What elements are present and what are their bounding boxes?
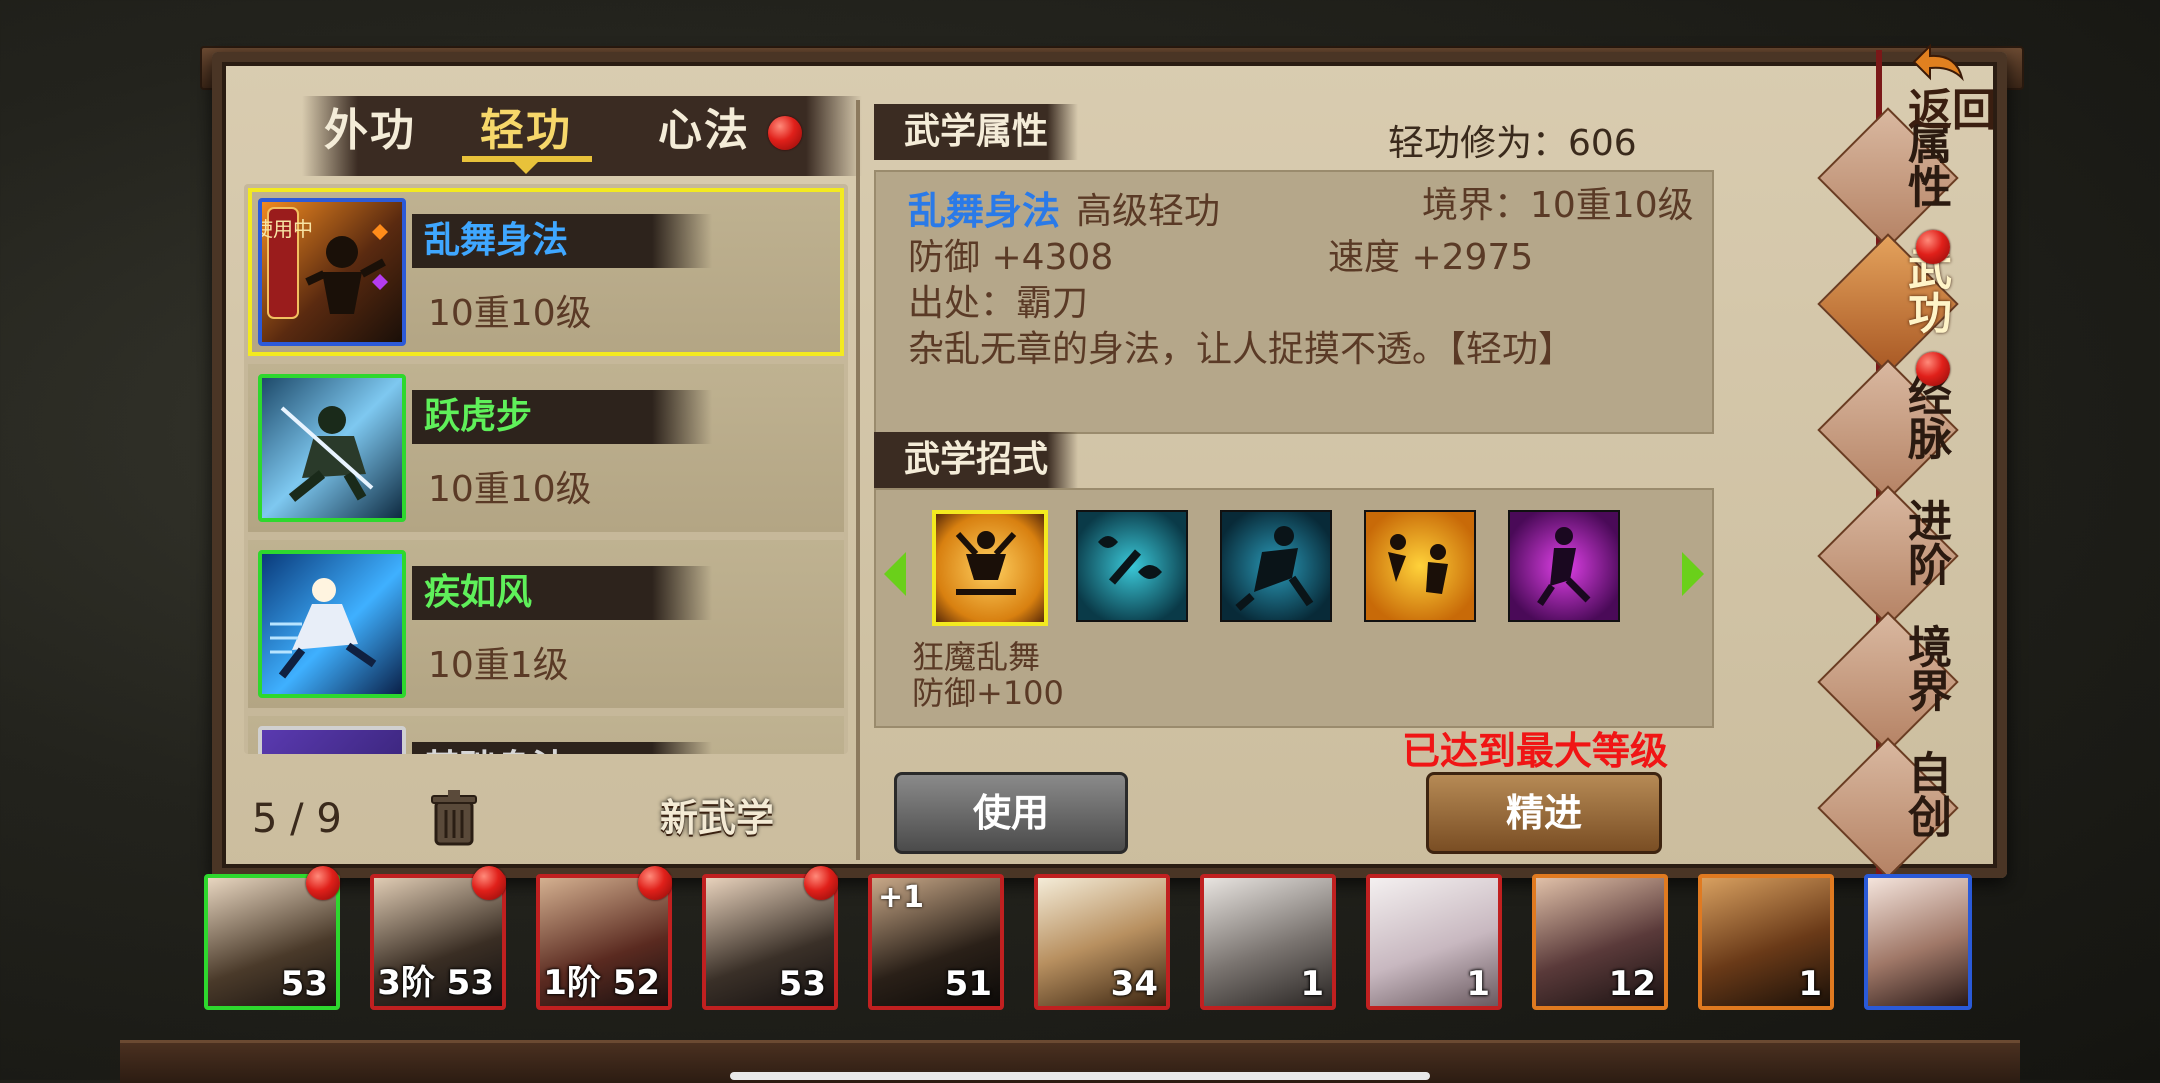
hero-level: 1 (1798, 964, 1822, 1004)
butterfly-move-icon[interactable] (1076, 510, 1188, 622)
defense-stat: 防御 +4308 (908, 237, 1114, 278)
skill-row-luanwu[interactable]: 使用中 乱舞身法 10重10级 (248, 188, 844, 356)
dash-move-icon[interactable] (1220, 510, 1332, 622)
hero-portrait[interactable]: +1 51 (868, 874, 1004, 1010)
hero-level: 1 (1466, 964, 1490, 1004)
hero-roster: 53 3阶 53 1阶 52 53 +1 51 34 1 1 12 1 (200, 866, 1980, 1016)
skill-name: 乱舞身法 (424, 220, 569, 261)
skill-realm: 境界：10重10级 (1422, 185, 1694, 226)
skill-yuehu-icon (258, 374, 406, 522)
selected-move-effect: 防御+100 (912, 674, 1064, 712)
skill-nameplate: 疾如风 (412, 566, 712, 620)
hero-portrait[interactable] (1864, 874, 1972, 1010)
home-indicator[interactable] (730, 1072, 1430, 1080)
skill-jichu-icon (258, 726, 406, 754)
cultivation-value: 轻功修为：606 (1388, 123, 1637, 164)
hero-portrait[interactable]: 34 (1034, 874, 1170, 1010)
skill-luanwu-icon: 使用中 (253, 198, 406, 346)
skill-row-jirufeng[interactable]: 疾如风 10重1级 (248, 540, 844, 708)
skill-nameplate: 基础身法 (412, 742, 712, 754)
hero-notification-dot (306, 866, 340, 900)
side-menu-realm[interactable]: 境界 (1824, 624, 1951, 712)
hero-portrait[interactable]: 1 (1698, 874, 1834, 1010)
skill-level: 10重1级 (428, 645, 569, 686)
hero-portrait[interactable]: 12 (1532, 874, 1668, 1010)
side-menu: 属性 武功 经脉 进阶 境界 自创 (1817, 40, 1974, 880)
hero-level: 3阶 53 (377, 963, 494, 1003)
hero-level: 12 (1608, 964, 1656, 1004)
side-menu-create[interactable]: 自创 (1824, 750, 1951, 838)
active-tab-arrow-icon (512, 160, 540, 174)
panel-divider (856, 100, 860, 860)
hero-level: 1阶 52 (543, 963, 660, 1003)
hero-notification-dot (804, 866, 838, 900)
tab-notification-dot (768, 116, 802, 150)
skill-nameplate: 乱舞身法 (412, 214, 712, 268)
meridians-notification-dot (1916, 352, 1950, 386)
skill-name: 基础身法 (424, 746, 568, 754)
hero-notification-dot (638, 866, 672, 900)
hero-level: 53 (280, 964, 328, 1004)
attributes-section-title: 武学属性 (874, 104, 1079, 160)
skill-nameplate: 跃虎步 (412, 390, 712, 444)
meditation-move-icon[interactable] (932, 510, 1048, 626)
moves-section-title: 武学招式 (874, 432, 1079, 488)
hero-portrait[interactable]: 1 (1200, 874, 1336, 1010)
dance-move-icon[interactable] (1508, 510, 1620, 622)
hero-level: 53 (778, 964, 826, 1004)
tab-inner[interactable]: 心法 (658, 96, 750, 166)
back-button[interactable]: 返回 (1908, 40, 2018, 136)
use-button[interactable]: 使用 (894, 772, 1128, 854)
chevron-right-icon[interactable] (1682, 552, 1704, 596)
skill-jirufeng-icon (258, 550, 406, 698)
speed-stat: 速度 +2975 (1328, 237, 1534, 278)
hero-upgrade-badge: +1 (878, 880, 925, 915)
skill-row-jichu[interactable]: 基础身法 (248, 716, 844, 754)
skill-list-panel: 外功 轻功 心法 使用中 乱舞身法 10重10级 跃虎步 10重10级 疾如风 … (240, 96, 862, 866)
chevron-left-icon[interactable] (884, 552, 906, 596)
hero-level: 34 (1110, 964, 1158, 1004)
skill-name: 疾如风 (424, 572, 533, 613)
selected-skill-name: 乱舞身法 (908, 189, 1061, 233)
tab-external[interactable]: 外功 (324, 96, 416, 166)
in-use-badge: 使用中 (262, 217, 313, 241)
trash-icon[interactable] (426, 788, 482, 848)
skill-description: 杂乱无章的身法，让人捉摸不透。【轻功】 (908, 329, 1575, 370)
hero-portrait[interactable]: 1 (1366, 874, 1502, 1010)
hero-level: 51 (944, 964, 992, 1004)
martial-notification-dot (1916, 230, 1950, 264)
hero-level: 1 (1300, 964, 1324, 1004)
side-menu-advance[interactable]: 进阶 (1824, 498, 1951, 586)
skill-grade: 高级轻功 (1076, 191, 1221, 232)
skill-list[interactable]: 使用中 乱舞身法 10重10级 跃虎步 10重10级 疾如风 10重1级 (244, 184, 848, 754)
skill-count: 5 / 9 (252, 796, 342, 842)
hero-notification-dot (472, 866, 506, 900)
new-skill-button[interactable]: 新武学 (660, 788, 820, 848)
max-level-notice: 已达到最大等级 (1402, 729, 1669, 773)
skill-level: 10重10级 (428, 293, 592, 334)
skill-name: 跃虎步 (424, 396, 533, 437)
attributes-box: 乱舞身法 高级轻功 境界：10重10级 防御 +4308 速度 +2975 出处… (874, 170, 1714, 434)
skill-type-tabs: 外功 轻功 心法 (302, 96, 862, 176)
refine-button[interactable]: 精进 (1426, 772, 1662, 854)
skill-level: 10重10级 (428, 469, 592, 510)
skill-source: 出处：霸刀 (908, 283, 1089, 324)
leap-move-icon[interactable] (1364, 510, 1476, 622)
moves-box: 狂魔乱舞 防御+100 (874, 488, 1714, 728)
skill-row-yuehu[interactable]: 跃虎步 10重10级 (248, 364, 844, 532)
back-label: 返回 (1908, 85, 1996, 136)
